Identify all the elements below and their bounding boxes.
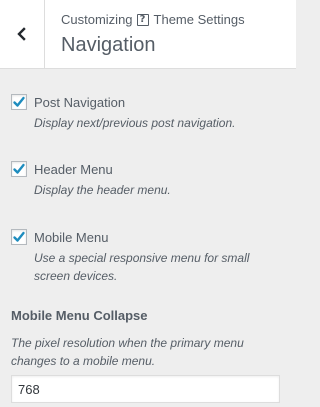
mobile-menu-description: Use a special responsive menu for small … (34, 251, 250, 283)
breadcrumb-prefix: Customizing (61, 12, 133, 27)
mobile-menu-collapse-description: The pixel resolution when the primary me… (11, 336, 244, 368)
breadcrumb: Customizing ? Theme Settings (61, 12, 245, 27)
control-mobile-menu: Mobile Menu Use a special responsive men… (11, 228, 291, 285)
customizer-header: Customizing ? Theme Settings Navigation (0, 0, 296, 69)
control-post-navigation: Post Navigation Display next/previous po… (11, 93, 291, 132)
breadcrumb-section: Theme Settings (153, 12, 245, 27)
mobile-menu-label[interactable]: Mobile Menu (34, 230, 108, 245)
mobile-menu-collapse-title: Mobile Menu Collapse (11, 308, 148, 323)
page-title: Navigation (61, 34, 156, 56)
post-navigation-label[interactable]: Post Navigation (34, 95, 125, 110)
mobile-menu-checkbox[interactable] (11, 229, 27, 245)
checkmark-icon (13, 96, 25, 107)
mobile-menu-collapse-input[interactable] (11, 375, 280, 403)
header-menu-checkbox[interactable] (11, 161, 27, 177)
checkmark-icon (13, 163, 25, 174)
control-header-menu: Header Menu Display the header menu. (11, 160, 291, 199)
header-menu-description: Display the header menu. (34, 183, 171, 197)
header-menu-label[interactable]: Header Menu (34, 162, 113, 177)
post-navigation-checkbox[interactable] (11, 94, 27, 110)
chevron-left-icon (17, 27, 26, 41)
help-icon[interactable]: ? (136, 13, 149, 26)
checkmark-icon (13, 231, 25, 242)
post-navigation-description: Display next/previous post navigation. (34, 116, 236, 130)
back-button[interactable] (0, 0, 45, 68)
